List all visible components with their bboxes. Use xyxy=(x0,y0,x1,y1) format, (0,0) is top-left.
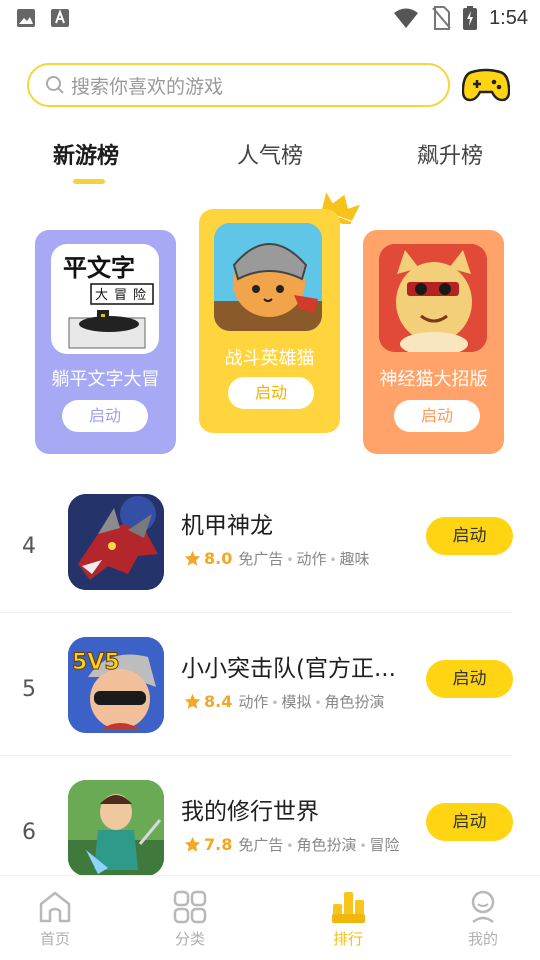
clock-time: 1:54 xyxy=(489,6,528,29)
list-game-name: 小小突击队(官方正... xyxy=(181,656,396,682)
game-tag: 冒险 xyxy=(356,834,400,855)
launch-button[interactable]: 启动 xyxy=(426,660,513,698)
launch-button[interactable]: 启动 xyxy=(426,803,513,841)
game-tag: 免广告 xyxy=(238,836,284,854)
game-meta: 8.4 动作 模拟 角色扮演 xyxy=(184,691,385,712)
list-item[interactable]: 4 机甲神龙 8.0 免广告 动作 趣味 启动 xyxy=(0,488,540,631)
nav-ranking[interactable]: 排行 xyxy=(308,890,388,949)
game-tag: 角色扮演 xyxy=(311,691,385,712)
podium-card-3[interactable]: 3 神经猫大招版 启动 xyxy=(363,230,504,454)
game-tag: 动作 xyxy=(283,548,326,569)
wifi-icon xyxy=(394,8,419,28)
podium-launch-button[interactable]: 启动 xyxy=(394,400,480,432)
podium-game-name: 躺平文字大冒 xyxy=(51,369,160,390)
list-rank: 5 xyxy=(22,677,36,702)
podium-card-1[interactable]: 1 战斗英雄猫 启动 xyxy=(199,209,340,433)
star-icon xyxy=(184,550,201,566)
game-icon-crazy-cat xyxy=(379,244,487,352)
list-rank: 6 xyxy=(22,820,36,845)
image-icon xyxy=(17,9,35,27)
podium-card-2[interactable]: 2 平文字 大 冒 险 躺平文字大冒 启动 xyxy=(35,230,176,454)
search-icon xyxy=(46,76,64,94)
list-game-name: 机甲神龙 xyxy=(181,513,273,539)
star-icon xyxy=(184,693,201,709)
bottom-navigation: 首页 分类 排行 我的 xyxy=(0,875,540,960)
category-grid-icon xyxy=(173,890,207,924)
tab-popular[interactable]: 人气榜 xyxy=(237,138,303,170)
game-tag: 趣味 xyxy=(326,548,370,569)
game-meta: 8.0 免广告 动作 趣味 xyxy=(184,548,370,569)
game-icon-battle-cat xyxy=(214,223,322,331)
podium-launch-button[interactable]: 启动 xyxy=(228,377,314,409)
game-score: 8.4 xyxy=(204,692,233,711)
game-score: 7.8 xyxy=(204,835,233,854)
game-icon-small-commando: 5V5 xyxy=(68,637,164,733)
list-item[interactable]: 5 5V5 小小突击队(官方正... 8.4 动作 模拟 角色扮演 启动 xyxy=(0,631,540,774)
podium-game-name: 战斗英雄猫 xyxy=(224,348,315,369)
podium-launch-button[interactable]: 启动 xyxy=(62,400,148,432)
icon-5v5-text: 5V5 xyxy=(72,650,120,675)
podium-game-name: 神经猫大招版 xyxy=(379,369,488,390)
nav-profile[interactable]: 我的 xyxy=(443,890,523,949)
nav-label: 分类 xyxy=(174,930,205,948)
row-divider xyxy=(0,612,512,613)
a-notification-icon xyxy=(51,9,69,27)
game-tag: 动作 xyxy=(238,693,269,711)
row-divider xyxy=(0,755,512,756)
nav-label: 首页 xyxy=(39,930,70,948)
no-sim-icon xyxy=(432,6,451,30)
game-icon-mecha-dragon xyxy=(68,494,164,590)
search-placeholder: 搜索你喜欢的游戏 xyxy=(71,75,224,98)
nav-label: 我的 xyxy=(467,930,498,948)
gamepad-icon[interactable] xyxy=(462,66,510,104)
search-bar[interactable]: 搜索你喜欢的游戏 xyxy=(27,63,450,107)
home-icon xyxy=(39,891,71,923)
nav-label: 排行 xyxy=(332,930,363,948)
game-icon-cultivation-world xyxy=(68,780,164,876)
svg-text:大: 大 xyxy=(95,288,108,303)
launch-button[interactable]: 启动 xyxy=(426,517,513,555)
active-tab-indicator xyxy=(73,179,105,184)
profile-icon xyxy=(471,890,495,924)
tab-rising[interactable]: 飙升榜 xyxy=(417,138,483,170)
star-icon xyxy=(184,836,201,852)
icon-title-text: 平文字 xyxy=(63,254,135,282)
game-meta: 7.8 免广告 角色扮演 冒险 xyxy=(184,834,400,855)
status-bar: 1:54 xyxy=(0,0,540,38)
list-game-name: 我的修行世界 xyxy=(181,799,319,825)
ranking-icon xyxy=(332,892,365,923)
svg-text:险: 险 xyxy=(133,288,146,303)
battery-charging-icon xyxy=(463,6,478,30)
game-tag: 模拟 xyxy=(268,691,311,712)
svg-text:冒: 冒 xyxy=(114,288,127,303)
game-score: 8.0 xyxy=(204,549,233,568)
nav-category[interactable]: 分类 xyxy=(150,890,230,949)
tab-new-games[interactable]: 新游榜 xyxy=(53,138,119,170)
game-tag: 角色扮演 xyxy=(283,834,356,855)
list-rank: 4 xyxy=(22,534,36,559)
game-tag: 免广告 xyxy=(238,550,284,568)
game-icon-tangping: 平文字 大 冒 险 xyxy=(51,244,159,354)
nav-home[interactable]: 首页 xyxy=(15,890,95,949)
